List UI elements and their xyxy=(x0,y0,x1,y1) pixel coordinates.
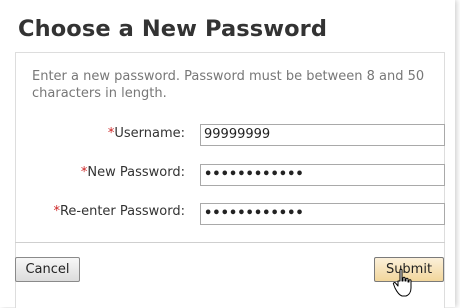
dialog-title: Choose a New Password xyxy=(18,16,328,42)
new-password-input[interactable]: •••••••••••• xyxy=(200,164,445,186)
hand-pointer-icon xyxy=(392,268,412,297)
username-input[interactable]: 99999999 xyxy=(200,124,445,146)
choose-password-dialog: Choose a New Password Enter a new passwo… xyxy=(0,0,455,308)
form-divider xyxy=(15,242,445,243)
reenter-password-masked-value: •••••••••••• xyxy=(204,206,304,221)
new-password-masked-value: •••••••••••• xyxy=(204,167,304,182)
cancel-button[interactable]: Cancel xyxy=(15,257,80,282)
username-label-text: Username: xyxy=(114,126,185,141)
reenter-password-input[interactable]: •••••••••••• xyxy=(200,203,445,225)
reenter-password-label-text: Re-enter Password: xyxy=(59,204,185,219)
reenter-password-label: *Re-enter Password: xyxy=(53,204,185,219)
instructions-text: Enter a new password. Password must be b… xyxy=(32,69,425,101)
new-password-label-text: New Password: xyxy=(87,165,185,180)
username-label: *Username: xyxy=(108,126,185,141)
new-password-label: *New Password: xyxy=(81,165,185,180)
username-value: 99999999 xyxy=(204,127,271,142)
